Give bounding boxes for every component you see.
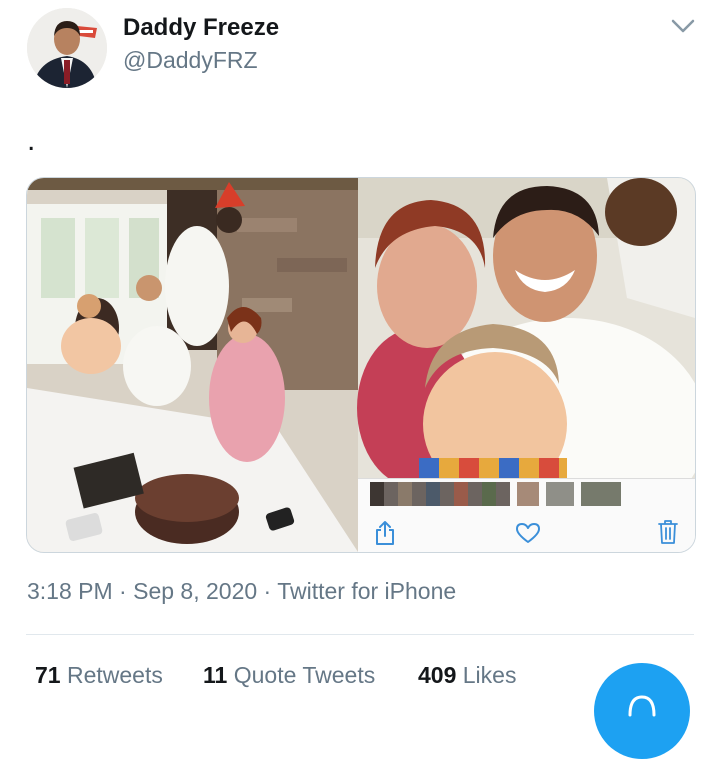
heart-icon[interactable] (515, 522, 541, 544)
avatar-image (27, 8, 107, 88)
chevron-down-icon[interactable] (668, 14, 698, 38)
author-avatar[interactable] (27, 8, 107, 88)
compose-icon (628, 695, 656, 717)
tweet-meta: 3:18 PM · Sep 8, 2020 · Twitter for iPho… (27, 578, 456, 605)
meta-separator: · (257, 578, 278, 604)
media-image (27, 178, 695, 552)
author-name[interactable]: Daddy Freeze (123, 14, 279, 42)
compose-button[interactable] (594, 663, 690, 759)
tweet-date: Sep 8, 2020 (133, 578, 258, 604)
tweet-media[interactable] (26, 177, 696, 553)
meta-separator: · (112, 578, 134, 604)
author-handle[interactable]: @DaddyFRZ (123, 47, 258, 74)
likes-stat[interactable]: 409 Likes (418, 662, 516, 689)
tweet-time: 3:18 PM (27, 578, 113, 604)
likes-count: 409 (418, 662, 457, 688)
retweets-stat[interactable]: 71 Retweets (35, 662, 163, 689)
divider (26, 634, 694, 635)
trash-icon[interactable] (657, 519, 679, 545)
quote-tweets-label: Quote Tweets (233, 662, 376, 688)
quote-tweets-count: 11 (203, 662, 228, 688)
retweets-count: 71 (35, 662, 61, 688)
share-icon[interactable] (373, 520, 397, 546)
tweet-text: . (27, 124, 36, 157)
retweets-label: Retweets (66, 662, 163, 688)
likes-label: Likes (462, 662, 517, 688)
quote-tweets-stat[interactable]: 11 Quote Tweets (203, 662, 375, 689)
tweet-source[interactable]: Twitter for iPhone (277, 578, 456, 604)
